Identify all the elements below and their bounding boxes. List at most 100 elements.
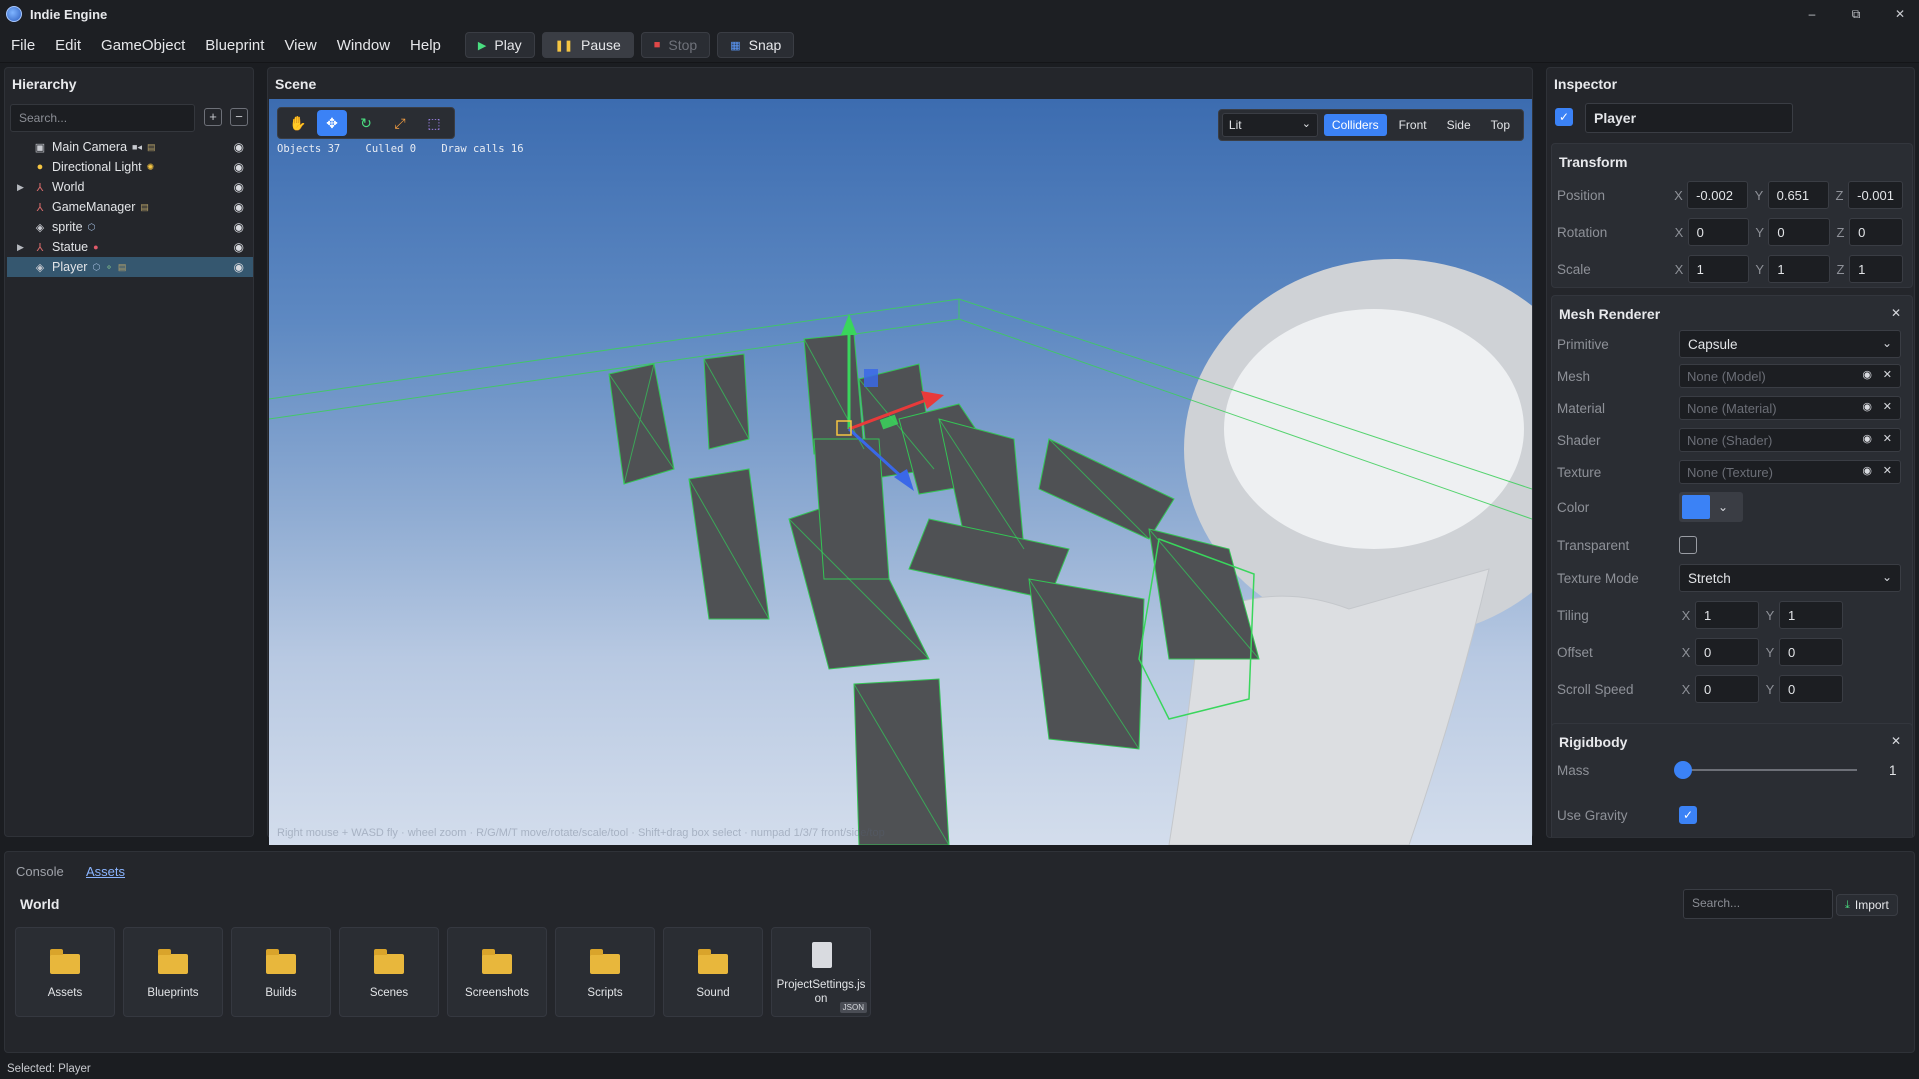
- position-x-field[interactable]: -0.002: [1687, 181, 1749, 209]
- asset-file-project-settings[interactable]: ProjectSettings.json JSON: [771, 927, 871, 1017]
- tab-assets[interactable]: Assets: [86, 864, 125, 879]
- scene-viewport[interactable]: ✋ ✥ ↻ ⤢ ⬚ Objects 37 Culled 0 Draw calls…: [269, 99, 1532, 845]
- shader-field[interactable]: None (Shader) ◉ ✕: [1679, 428, 1901, 452]
- texture-field[interactable]: None (Texture) ◉ ✕: [1679, 460, 1901, 484]
- expand-arrow-icon[interactable]: ▶: [17, 242, 27, 253]
- position-y-field[interactable]: 0.651: [1767, 181, 1829, 209]
- clear-field-icon[interactable]: ✕: [1883, 464, 1892, 477]
- expand-arrow-icon[interactable]: ▶: [17, 182, 27, 193]
- asset-path: World: [20, 896, 60, 912]
- tiling-y-field[interactable]: 1: [1779, 601, 1843, 629]
- transparent-checkbox[interactable]: [1679, 536, 1697, 554]
- play-button[interactable]: ▶ Play: [464, 32, 535, 58]
- stop-button[interactable]: ■ Stop: [640, 32, 711, 58]
- move-tool-icon[interactable]: ✥: [317, 110, 347, 136]
- offset-x-field[interactable]: 0: [1695, 638, 1759, 666]
- scroll-speed-y-field[interactable]: 0: [1779, 675, 1843, 703]
- top-view-button[interactable]: Top: [1483, 114, 1518, 136]
- object-picker-icon[interactable]: ◉: [1862, 464, 1872, 477]
- hierarchy-item-main-camera[interactable]: ▣ Main Camera ■◂ ▤ ◉: [7, 137, 253, 157]
- camera-icon: ▣: [34, 141, 46, 154]
- pause-icon: ❚❚: [554, 39, 574, 52]
- side-view-button[interactable]: Side: [1439, 114, 1479, 136]
- rotate-tool-icon[interactable]: ↻: [351, 110, 381, 136]
- object-picker-icon[interactable]: ◉: [1862, 400, 1872, 413]
- texture-mode-select[interactable]: Stretch ⌄: [1679, 564, 1901, 592]
- asset-folder-scripts[interactable]: Scripts: [555, 927, 655, 1017]
- asset-folder-blueprints[interactable]: Blueprints: [123, 927, 223, 1017]
- expand-all-button[interactable]: +: [204, 108, 222, 126]
- close-window-button[interactable]: ✕: [1880, 4, 1919, 24]
- colliders-toggle[interactable]: Colliders: [1323, 114, 1387, 136]
- pause-button[interactable]: ❚❚ Pause: [541, 32, 634, 58]
- visibility-eye-icon[interactable]: ◉: [234, 240, 244, 254]
- scale-tool-icon[interactable]: ⤢: [385, 110, 415, 136]
- restore-button[interactable]: ⧉: [1836, 4, 1876, 24]
- clear-field-icon[interactable]: ✕: [1883, 400, 1892, 413]
- visibility-eye-icon[interactable]: ◉: [234, 260, 244, 274]
- position-z-field[interactable]: -0.001: [1848, 181, 1903, 209]
- object-name-field[interactable]: Player: [1585, 103, 1793, 133]
- inspector-panel: Inspector ✓ Player Transform Position X-…: [1546, 67, 1915, 838]
- import-button[interactable]: ⤓ Import: [1836, 894, 1898, 916]
- visibility-eye-icon[interactable]: ◉: [234, 180, 244, 194]
- object-picker-icon[interactable]: ◉: [1862, 432, 1872, 445]
- menu-file[interactable]: File: [0, 28, 45, 63]
- menu-edit[interactable]: Edit: [45, 28, 91, 63]
- clear-field-icon[interactable]: ✕: [1883, 368, 1892, 381]
- material-field[interactable]: None (Material) ◉ ✕: [1679, 396, 1901, 420]
- rotation-z-field[interactable]: 0: [1849, 218, 1903, 246]
- visibility-eye-icon[interactable]: ◉: [234, 200, 244, 214]
- collapse-all-button[interactable]: −: [230, 108, 248, 126]
- hierarchy-item-gamemanager[interactable]: ⅄ GameManager ▤ ◉: [7, 197, 253, 217]
- tiling-row: Tiling X1 Y1: [1557, 601, 1903, 629]
- object-picker-icon[interactable]: ◉: [1862, 368, 1872, 381]
- asset-folder-builds[interactable]: Builds: [231, 927, 331, 1017]
- scale-y-field[interactable]: 1: [1768, 255, 1830, 283]
- minimize-button[interactable]: –: [1792, 4, 1832, 24]
- tiling-x-field[interactable]: 1: [1695, 601, 1759, 629]
- hierarchy-item-world[interactable]: ▶ ⅄ World ◉: [7, 177, 253, 197]
- menu-blueprint[interactable]: Blueprint: [195, 28, 274, 63]
- asset-folder-assets[interactable]: Assets: [15, 927, 115, 1017]
- mesh-field[interactable]: None (Model) ◉ ✕: [1679, 364, 1901, 388]
- visibility-eye-icon[interactable]: ◉: [234, 140, 244, 154]
- front-view-button[interactable]: Front: [1391, 114, 1435, 136]
- menu-gameobject[interactable]: GameObject: [91, 28, 195, 63]
- scene-title: Scene: [275, 76, 317, 92]
- slider-thumb[interactable]: [1673, 761, 1692, 779]
- menu-help[interactable]: Help: [400, 28, 451, 63]
- menu-window[interactable]: Window: [327, 28, 400, 63]
- snap-button[interactable]: ▦ Snap: [717, 32, 795, 58]
- tab-console[interactable]: Console: [16, 864, 64, 879]
- hierarchy-item-player[interactable]: ◈ Player ⬡ ⚬ ▤ ◉: [7, 257, 253, 277]
- color-picker[interactable]: ⌄: [1679, 492, 1743, 522]
- primitive-select[interactable]: Capsule ⌄: [1679, 330, 1901, 358]
- hierarchy-item-directional-light[interactable]: ● Directional Light ✺ ◉: [7, 157, 253, 177]
- rotation-x-field[interactable]: 0: [1687, 218, 1750, 246]
- mass-slider[interactable]: [1673, 760, 1857, 780]
- clear-field-icon[interactable]: ✕: [1883, 432, 1892, 445]
- menu-view[interactable]: View: [274, 28, 326, 63]
- scale-z-field[interactable]: 1: [1849, 255, 1903, 283]
- hierarchy-item-statue[interactable]: ▶ ⅄ Statue ● ◉: [7, 237, 253, 257]
- hand-tool-icon[interactable]: ✋: [283, 110, 313, 136]
- asset-folder-screenshots[interactable]: Screenshots: [447, 927, 547, 1017]
- visibility-eye-icon[interactable]: ◉: [234, 160, 244, 174]
- remove-component-icon[interactable]: ✕: [1888, 305, 1904, 321]
- asset-folder-sound[interactable]: Sound: [663, 927, 763, 1017]
- rotation-y-field[interactable]: 0: [1768, 218, 1830, 246]
- asset-folder-scenes[interactable]: Scenes: [339, 927, 439, 1017]
- rect-tool-icon[interactable]: ⬚: [419, 110, 449, 136]
- hierarchy-search-input[interactable]: Search...: [10, 104, 195, 132]
- scale-x-field[interactable]: 1: [1687, 255, 1750, 283]
- hierarchy-item-sprite[interactable]: ◈ sprite ⬡ ◉: [7, 217, 253, 237]
- shading-mode-select[interactable]: Lit ⌄: [1221, 113, 1318, 137]
- active-checkbox[interactable]: ✓: [1555, 108, 1573, 126]
- visibility-eye-icon[interactable]: ◉: [234, 220, 244, 234]
- scroll-speed-x-field[interactable]: 0: [1695, 675, 1759, 703]
- asset-search-input[interactable]: Search...: [1683, 889, 1833, 919]
- remove-component-icon[interactable]: ✕: [1888, 733, 1904, 749]
- use-gravity-checkbox[interactable]: ✓: [1679, 806, 1697, 824]
- offset-y-field[interactable]: 0: [1779, 638, 1843, 666]
